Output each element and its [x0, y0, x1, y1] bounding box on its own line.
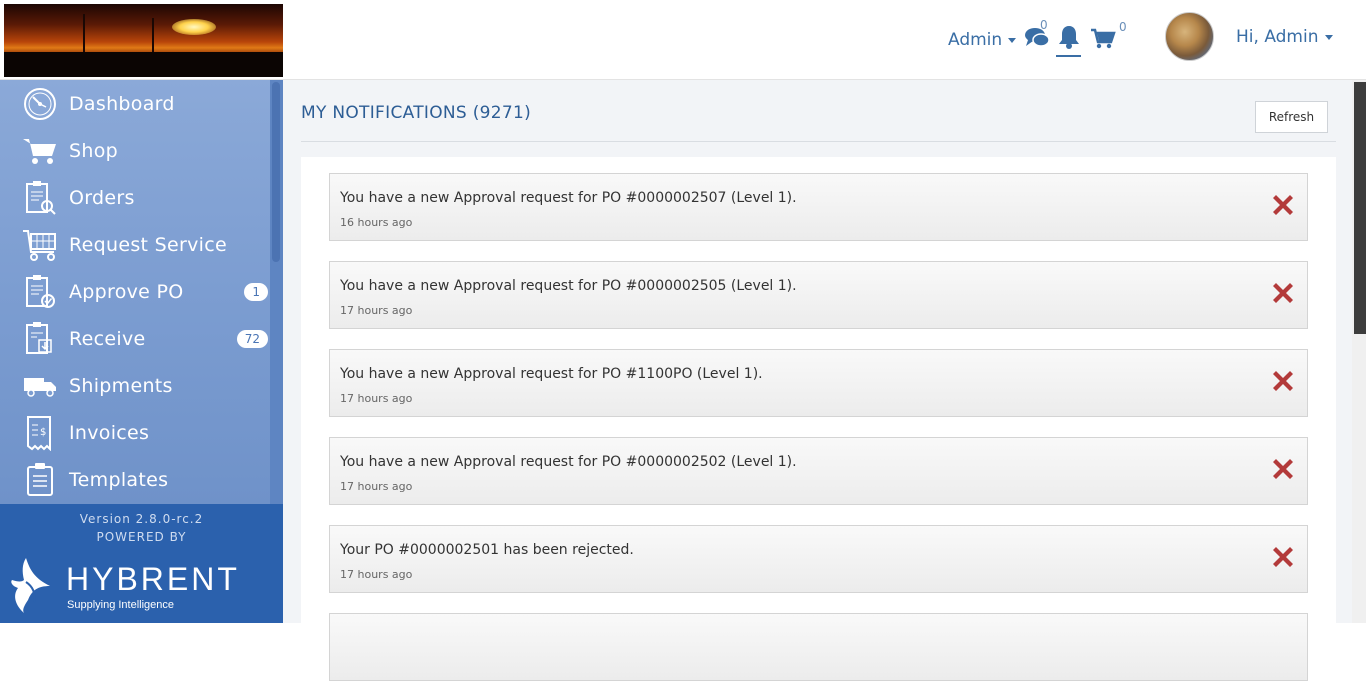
- notification-message: You have a new Approval request for PO #…: [340, 278, 797, 294]
- sidebar-item-label: Receive: [69, 327, 146, 350]
- chevron-down-icon: [1008, 37, 1017, 43]
- delete-x-icon[interactable]: [1269, 191, 1297, 219]
- cart-icon: [22, 133, 58, 169]
- sidebar-item-label: Orders: [69, 186, 135, 209]
- notification-time: 17 hours ago: [340, 480, 413, 493]
- chevron-down-icon: [1324, 34, 1333, 40]
- admin-menu[interactable]: Admin: [948, 30, 1017, 50]
- delete-x-icon[interactable]: [1269, 367, 1297, 395]
- sidebar-item-label: Shipments: [69, 374, 173, 397]
- sidebar-item-label: Shop: [69, 139, 118, 162]
- approve-po-count-badge: 1: [244, 282, 268, 301]
- notification-message: You have a new Approval request for PO #…: [340, 454, 797, 470]
- dashboard-icon: [22, 86, 58, 122]
- sidebar-item-shipments[interactable]: Shipments: [0, 362, 270, 409]
- notification-message: Your PO #0000002501 has been rejected.: [340, 542, 634, 558]
- delete-x-icon[interactable]: [1269, 455, 1297, 483]
- cart-icon[interactable]: [1090, 28, 1116, 50]
- receive-count-badge: 72: [236, 329, 268, 348]
- logo-banner-image[interactable]: [4, 4, 283, 77]
- truck-icon: [22, 368, 58, 404]
- sidebar-nav: Dashboard Shop Orders Request Service Ap: [0, 80, 283, 504]
- sidebar-item-invoices[interactable]: $ Invoices: [0, 409, 270, 456]
- brand-name: HYBRENT: [66, 561, 240, 597]
- delete-x-icon[interactable]: [1269, 279, 1297, 307]
- notification-time: 17 hours ago: [340, 304, 413, 317]
- notification-time: 17 hours ago: [340, 392, 413, 405]
- sidebar-item-orders[interactable]: Orders: [0, 174, 270, 221]
- receive-icon: [22, 321, 58, 357]
- sidebar-item-label: Templates: [69, 468, 169, 491]
- top-header: Admin 0 0 Hi, Admin: [0, 0, 1366, 80]
- delete-x-icon[interactable]: [1269, 543, 1297, 571]
- notification-item[interactable]: You have a new Approval request for PO #…: [329, 349, 1308, 417]
- brand-tagline: Supplying Intelligence: [67, 599, 175, 611]
- sidebar-item-shop[interactable]: Shop: [0, 127, 270, 174]
- sidebar-item-templates[interactable]: Templates: [0, 456, 270, 503]
- sidebar-item-label: Request Service: [69, 233, 227, 256]
- sidebar-item-label: Approve PO: [69, 280, 184, 303]
- notification-item-partial[interactable]: [329, 613, 1308, 681]
- notification-message: You have a new Approval request for PO #…: [340, 366, 763, 382]
- admin-menu-label: Admin: [948, 30, 1003, 50]
- powered-by-text: POWERED BY: [96, 530, 187, 544]
- svg-text:$: $: [40, 427, 46, 438]
- templates-icon: [22, 462, 58, 498]
- hybrent-bird-icon: [11, 558, 50, 613]
- request-service-icon: [22, 227, 58, 263]
- avatar[interactable]: [1165, 12, 1214, 61]
- main-content: MY NOTIFICATIONS (9271) Refresh You have…: [283, 80, 1352, 681]
- sidebar-scrollbar-thumb[interactable]: [272, 82, 280, 262]
- orders-icon: [22, 180, 58, 216]
- sidebar-item-receive[interactable]: Receive 72: [0, 315, 270, 362]
- hybrent-logo: HYBRENT Supplying Intelligence: [10, 556, 270, 616]
- bell-active-indicator: [1056, 55, 1081, 57]
- sidebar-item-approve-po[interactable]: Approve PO 1: [0, 268, 270, 315]
- user-greeting: Hi, Admin: [1236, 27, 1319, 47]
- page-scrollbar-thumb[interactable]: [1354, 82, 1366, 334]
- notification-message: You have a new Approval request for PO #…: [340, 190, 797, 206]
- page-title: MY NOTIFICATIONS (9271): [301, 103, 532, 123]
- title-divider: [301, 141, 1336, 142]
- user-menu[interactable]: Hi, Admin: [1236, 27, 1333, 47]
- notification-time: 17 hours ago: [340, 568, 413, 581]
- notification-item[interactable]: You have a new Approval request for PO #…: [329, 437, 1308, 505]
- sidebar-item-request-service[interactable]: Request Service: [0, 221, 270, 268]
- version-text: Version 2.8.0-rc.2: [79, 512, 204, 526]
- refresh-button[interactable]: Refresh: [1255, 101, 1328, 133]
- cart-count: 0: [1119, 20, 1127, 34]
- messages-count: 0: [1040, 18, 1048, 32]
- sidebar-item-label: Invoices: [69, 421, 150, 444]
- notifications-panel: You have a new Approval request for PO #…: [301, 157, 1336, 681]
- bell-icon[interactable]: [1057, 24, 1081, 50]
- notification-item[interactable]: Your PO #0000002501 has been rejected. 1…: [329, 525, 1308, 593]
- version-info: Version 2.8.0-rc.2 POWERED BY: [0, 510, 283, 546]
- sidebar-item-label: Dashboard: [69, 92, 175, 115]
- invoice-icon: $: [22, 415, 58, 451]
- approve-icon: [22, 274, 58, 310]
- sidebar: Dashboard Shop Orders Request Service Ap: [0, 80, 283, 623]
- sidebar-item-dashboard[interactable]: Dashboard: [0, 80, 270, 127]
- notification-item[interactable]: You have a new Approval request for PO #…: [329, 261, 1308, 329]
- notification-time: 16 hours ago: [340, 216, 413, 229]
- notification-item[interactable]: You have a new Approval request for PO #…: [329, 173, 1308, 241]
